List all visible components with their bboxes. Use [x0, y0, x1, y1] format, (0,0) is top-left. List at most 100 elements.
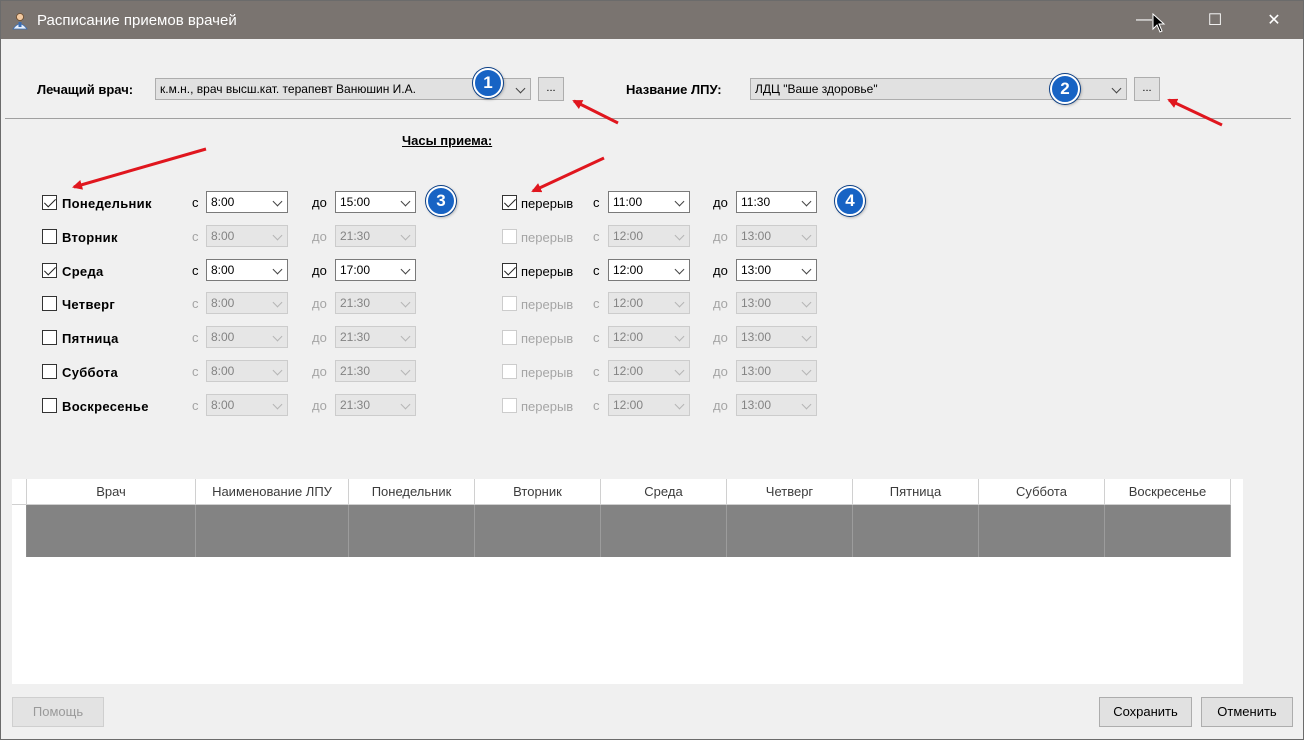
break-from-select[interactable]: 12:00: [608, 259, 690, 281]
day-checkbox[interactable]: [42, 229, 57, 244]
break-to-label: до: [713, 398, 728, 413]
annotation-badge-4: 4: [835, 186, 865, 216]
table-cell[interactable]: [979, 505, 1105, 557]
column-header[interactable]: Понедельник: [349, 479, 475, 505]
arrow-doctor-browse: [572, 99, 619, 125]
chevron-down-icon: [674, 230, 685, 241]
break-from-select[interactable]: 12:00: [608, 394, 690, 416]
day-checkbox[interactable]: [42, 398, 57, 413]
day-label: Воскресенье: [62, 399, 149, 414]
break-to-select[interactable]: 13:00: [736, 259, 817, 281]
from-time-select[interactable]: 8:00: [206, 394, 288, 416]
column-header[interactable]: Пятница: [853, 479, 979, 505]
to-time-select[interactable]: 21:30: [335, 225, 416, 247]
column-header[interactable]: Вторник: [475, 479, 601, 505]
from-time-select[interactable]: 8:00: [206, 225, 288, 247]
break-checkbox[interactable]: [502, 398, 517, 413]
arrow-day-checkbox: [72, 147, 207, 190]
day-checkbox[interactable]: [42, 195, 57, 210]
close-button[interactable]: ✕: [1251, 1, 1297, 39]
clinic-select-value: ЛДЦ "Ваше здоровье": [755, 82, 878, 96]
break-from-select[interactable]: 12:00: [608, 360, 690, 382]
from-time-select[interactable]: 8:00: [206, 326, 288, 348]
close-icon: ✕: [1267, 12, 1281, 29]
break-from-select-value: 12:00: [613, 330, 644, 344]
day-checkbox[interactable]: [42, 263, 57, 278]
day-checkbox[interactable]: [42, 364, 57, 379]
maximize-icon: ☐: [1207, 12, 1223, 29]
to-time-select[interactable]: 21:30: [335, 394, 416, 416]
clinic-label: Название ЛПУ:: [626, 82, 722, 97]
table-cell[interactable]: [349, 505, 475, 557]
break-from-select[interactable]: 12:00: [608, 326, 690, 348]
day-checkbox[interactable]: [42, 330, 57, 345]
break-checkbox[interactable]: [502, 195, 517, 210]
help-button[interactable]: Помощь: [12, 697, 104, 727]
from-label: с: [192, 263, 199, 278]
table-cell[interactable]: [601, 505, 727, 557]
table-cell[interactable]: [853, 505, 979, 557]
column-header[interactable]: Среда: [601, 479, 727, 505]
clinic-browse-button[interactable]: ...: [1134, 77, 1160, 101]
break-checkbox[interactable]: [502, 263, 517, 278]
schedule-table[interactable]: Врач Наименование ЛПУ Понедельник Вторник Ср…: [12, 479, 1243, 684]
break-from-label: с: [593, 364, 600, 379]
from-label: с: [192, 330, 199, 345]
maximize-button[interactable]: ☐: [1192, 1, 1238, 39]
break-label: перерыв: [521, 230, 574, 245]
break-checkbox[interactable]: [502, 330, 517, 345]
to-time-select[interactable]: 15:00: [335, 191, 416, 213]
to-time-select[interactable]: 21:30: [335, 360, 416, 382]
from-time-select[interactable]: 8:00: [206, 360, 288, 382]
doctor-browse-button[interactable]: ...: [538, 77, 564, 101]
cancel-button[interactable]: Отменить: [1201, 697, 1293, 727]
from-time-select[interactable]: 8:00: [206, 292, 288, 314]
break-checkbox[interactable]: [502, 229, 517, 244]
table-cell[interactable]: [27, 505, 196, 557]
column-header[interactable]: Наименование ЛПУ: [196, 479, 349, 505]
column-header[interactable]: Суббота: [979, 479, 1105, 505]
to-time-select[interactable]: 21:30: [335, 326, 416, 348]
row-header[interactable]: [12, 505, 27, 557]
from-time-select-value: 8:00: [211, 263, 235, 277]
break-from-select[interactable]: 12:00: [608, 292, 690, 314]
chevron-down-icon: [400, 399, 411, 410]
to-label: до: [312, 364, 327, 379]
break-to-select[interactable]: 13:00: [736, 225, 817, 247]
chevron-down-icon: [801, 399, 812, 410]
chevron-down-icon: [801, 230, 812, 241]
break-from-label: с: [593, 330, 600, 345]
column-header[interactable]: Четверг: [727, 479, 853, 505]
save-button[interactable]: Сохранить: [1099, 697, 1192, 727]
to-time-select[interactable]: 17:00: [335, 259, 416, 281]
table-cell[interactable]: [475, 505, 601, 557]
day-checkbox[interactable]: [42, 296, 57, 311]
to-time-select[interactable]: 21:30: [335, 292, 416, 314]
break-to-select[interactable]: 11:30: [736, 191, 817, 213]
to-time-select-value: 21:30: [340, 229, 371, 243]
to-label: до: [312, 296, 327, 311]
table-cell[interactable]: [196, 505, 349, 557]
table-cell[interactable]: [727, 505, 853, 557]
table-cell[interactable]: [1105, 505, 1231, 557]
column-header[interactable]: Врач: [27, 479, 196, 505]
break-to-select[interactable]: 13:00: [736, 394, 817, 416]
to-label: до: [312, 330, 327, 345]
from-time-select[interactable]: 8:00: [206, 259, 288, 281]
to-time-select-value: 17:00: [340, 263, 371, 277]
day-label: Среда: [62, 264, 104, 279]
break-to-select[interactable]: 13:00: [736, 360, 817, 382]
break-checkbox[interactable]: [502, 364, 517, 379]
column-header[interactable]: Воскресенье: [1105, 479, 1231, 505]
from-label: с: [192, 398, 199, 413]
break-from-select[interactable]: 11:00: [608, 191, 690, 213]
from-time-select[interactable]: 8:00: [206, 191, 288, 213]
chevron-down-icon: [674, 365, 685, 376]
break-from-label: с: [593, 229, 600, 244]
break-checkbox[interactable]: [502, 296, 517, 311]
break-to-select[interactable]: 13:00: [736, 326, 817, 348]
break-to-select[interactable]: 13:00: [736, 292, 817, 314]
break-to-select-value: 13:00: [741, 296, 772, 310]
chevron-down-icon: [400, 331, 411, 342]
break-from-select[interactable]: 12:00: [608, 225, 690, 247]
